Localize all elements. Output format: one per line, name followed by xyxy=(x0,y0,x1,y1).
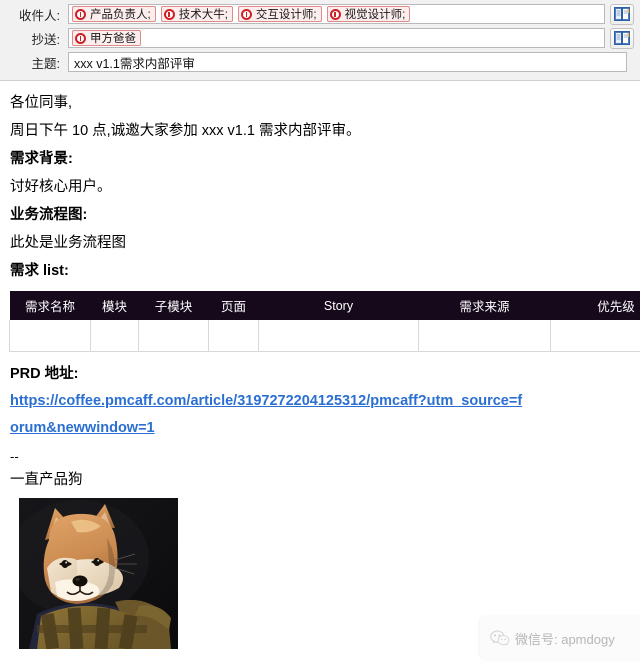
cc-label: 抄送: xyxy=(31,32,60,47)
cc-chip[interactable]: 甲方爸爸 xyxy=(72,30,141,46)
prd-link[interactable]: https://coffee.pmcaff.com/article/319727… xyxy=(10,388,530,442)
table-header-cell: Story xyxy=(258,291,419,320)
table-cell[interactable] xyxy=(550,320,640,352)
intro-text: 周日下午 10 点,诚邀大家参加 xxx v1.1 需求内部评审。 xyxy=(10,123,361,139)
greeting-text: 各位同事, xyxy=(10,95,73,111)
compose-header: 收件人: 产品负责人; 技术大牛; 交互设计师; 视觉设计师; 抄送: 甲方爸爸… xyxy=(0,0,640,81)
table-cell[interactable] xyxy=(258,320,419,352)
requirement-table: 需求名称 模块 子模块 页面 Story 需求来源 优先级 xyxy=(9,291,640,352)
flow-text: 此处是业务流程图 xyxy=(10,235,126,251)
recipient-chip[interactable]: 技术大牛; xyxy=(160,6,233,22)
signature-text: 一直产品狗 xyxy=(10,471,83,488)
to-input[interactable]: 产品负责人; 技术大牛; 交互设计师; 视觉设计师; xyxy=(68,4,605,24)
shiba-inu-illustration xyxy=(19,497,178,649)
table-header-cell: 模块 xyxy=(90,291,139,320)
recipient-chip-label: 视觉设计师; xyxy=(344,9,406,21)
recipient-chip[interactable]: 产品负责人; xyxy=(72,6,156,22)
wechat-icon xyxy=(490,629,510,646)
table-cell[interactable] xyxy=(138,320,209,352)
subject-label: 主题: xyxy=(31,56,60,71)
table-header-cell: 页面 xyxy=(208,291,259,320)
heading-flow: 业务流程图: xyxy=(10,207,88,223)
cc-address-book-button[interactable] xyxy=(610,27,634,49)
table-cell[interactable] xyxy=(418,320,551,352)
mail-body: 各位同事, 周日下午 10 点,诚邀大家参加 xxx v1.1 需求内部评审。 … xyxy=(0,81,640,649)
table-cell[interactable] xyxy=(208,320,259,352)
separator-text: -- xyxy=(10,448,19,464)
error-circle-icon xyxy=(329,8,341,20)
error-circle-icon xyxy=(240,8,252,20)
table-header-cell: 子模块 xyxy=(138,291,209,320)
shiba-inu-photo xyxy=(19,497,178,649)
table-cell[interactable] xyxy=(9,320,91,352)
subject-field-row: 主题: xxx v1.1需求内部评审 xyxy=(0,51,640,73)
to-label: 收件人: xyxy=(19,8,60,23)
heading-background: 需求背景: xyxy=(10,151,73,167)
recipient-chip-label: 产品负责人; xyxy=(90,9,151,21)
table-cell[interactable] xyxy=(90,320,139,352)
cc-field-row: 抄送: 甲方爸爸 xyxy=(0,27,640,49)
table-header-cell: 需求名称 xyxy=(9,291,91,320)
cc-chip-label: 甲方爸爸 xyxy=(90,33,136,45)
table-row[interactable] xyxy=(9,320,640,352)
heading-prd: PRD 地址: xyxy=(10,365,79,382)
recipient-chip-label: 交互设计师; xyxy=(255,9,317,21)
wechat-id-text: 微信号: apmdogy xyxy=(515,631,615,647)
subject-input[interactable]: xxx v1.1需求内部评审 xyxy=(68,52,627,72)
table-header-cell: 优先级 xyxy=(550,291,640,320)
background-text: 讨好核心用户。 xyxy=(10,179,112,195)
error-circle-icon xyxy=(75,8,86,20)
wechat-watermark: 微信号: apmdogy xyxy=(480,616,640,660)
table-header-row: 需求名称 模块 子模块 页面 Story 需求来源 优先级 xyxy=(9,291,640,320)
address-book-icon xyxy=(614,31,630,45)
cc-input[interactable]: 甲方爸爸 xyxy=(68,28,605,48)
heading-requirement-list: 需求 list: xyxy=(10,263,69,279)
to-address-book-button[interactable] xyxy=(610,3,634,25)
error-circle-icon xyxy=(75,32,86,44)
recipient-chip[interactable]: 交互设计师; xyxy=(237,6,322,22)
recipient-chip[interactable]: 视觉设计师; xyxy=(326,6,411,22)
recipient-chip-label: 技术大牛; xyxy=(178,9,228,21)
error-circle-icon xyxy=(163,8,175,20)
address-book-icon xyxy=(614,7,630,21)
table-header-cell: 需求来源 xyxy=(418,291,551,320)
to-field-row: 收件人: 产品负责人; 技术大牛; 交互设计师; 视觉设计师; xyxy=(0,3,640,25)
